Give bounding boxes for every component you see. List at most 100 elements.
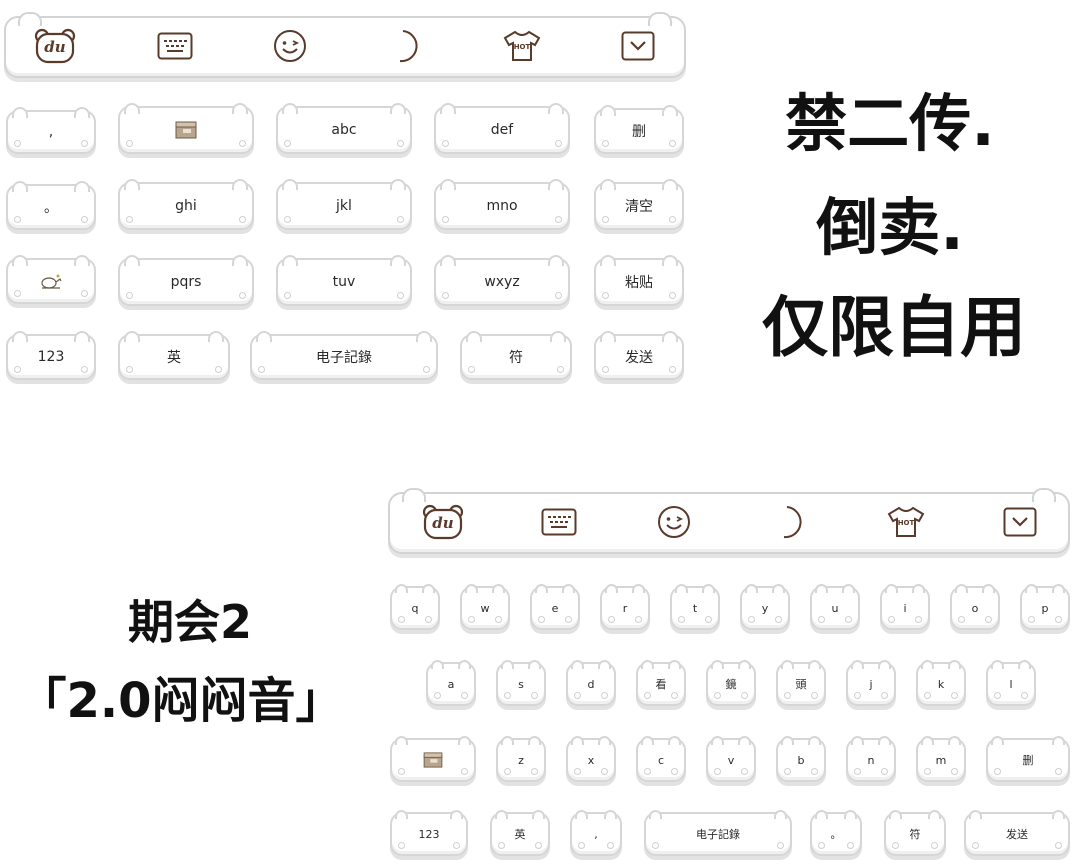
hot-tshirt-icon[interactable]: HOT: [884, 502, 928, 542]
key-label: 123: [418, 827, 440, 841]
space-key[interactable]: 电子記錄: [644, 810, 792, 856]
t9-key-send[interactable]: 发送: [594, 331, 684, 380]
key-d[interactable]: d: [566, 660, 616, 706]
keyboard-icon[interactable]: [154, 28, 196, 64]
key-label: 英: [514, 828, 526, 841]
chevron-down-icon[interactable]: [1000, 504, 1040, 540]
key-label: 删: [632, 124, 646, 140]
key-label: 123: [37, 349, 65, 365]
key-label: ,: [594, 827, 598, 841]
qwerty-toolbar: du HOT: [388, 488, 1070, 554]
key-label: abc: [331, 122, 357, 138]
shift-sticker-key[interactable]: [390, 736, 476, 782]
keyboard-icon[interactable]: [538, 504, 580, 540]
key-q[interactable]: q: [390, 584, 440, 630]
moon-icon[interactable]: [388, 26, 428, 66]
key-w[interactable]: w: [460, 584, 510, 630]
chevron-down-icon[interactable]: [618, 28, 658, 64]
key-s[interactable]: s: [496, 660, 546, 706]
t9-key-period[interactable]: 。: [6, 181, 96, 230]
t9-key-ghi[interactable]: ghi: [118, 179, 254, 230]
key-p[interactable]: p: [1020, 584, 1070, 630]
period-key[interactable]: 。: [810, 810, 862, 856]
key-label: d: [587, 677, 595, 691]
key-label: n: [867, 753, 875, 767]
t9-key-space[interactable]: 电子記錄: [250, 331, 438, 380]
key-label: o: [971, 601, 979, 615]
t9-key-paste[interactable]: 粘贴: [594, 255, 684, 306]
key-v[interactable]: v: [706, 736, 756, 782]
numbers-key[interactable]: 123: [390, 810, 468, 856]
t9-key-pqrs[interactable]: pqrs: [118, 255, 254, 306]
key-label: w: [480, 601, 490, 615]
key-label: wxyz: [484, 274, 520, 290]
key-label: u: [831, 601, 839, 615]
t9-key-symbols[interactable]: 符: [460, 331, 572, 380]
emoji-face-icon[interactable]: [654, 502, 694, 542]
comma-key[interactable]: ,: [570, 810, 622, 856]
t9-key-numbers[interactable]: 123: [6, 331, 96, 380]
send-key[interactable]: 发送: [964, 810, 1070, 856]
t9-key-jkl[interactable]: jkl: [276, 179, 412, 230]
key-label: 看: [655, 678, 667, 691]
key-z[interactable]: z: [496, 736, 546, 782]
key-label: t: [692, 601, 698, 615]
du-bear-logo-icon[interactable]: du: [420, 502, 466, 544]
key-n[interactable]: n: [846, 736, 896, 782]
delete-key[interactable]: 删: [986, 736, 1070, 782]
key-h[interactable]: 頭: [776, 660, 826, 706]
edition-line-2: 「2.0闷闷音」: [18, 673, 344, 729]
t9-key-mno[interactable]: mno: [434, 179, 570, 230]
key-f[interactable]: 看: [636, 660, 686, 706]
key-label: 符: [509, 350, 523, 366]
key-label: 鏡: [725, 678, 737, 691]
key-label: def: [490, 122, 514, 138]
t9-key-emoji-sticker[interactable]: [6, 255, 96, 304]
t9-key-dictionary[interactable]: [118, 103, 254, 154]
du-bear-logo-icon[interactable]: du: [32, 26, 78, 68]
t9-key-comma[interactable]: ,: [6, 107, 96, 154]
english-key[interactable]: 英: [490, 810, 550, 856]
key-c[interactable]: c: [636, 736, 686, 782]
hot-tshirt-icon[interactable]: HOT: [500, 26, 544, 66]
key-b[interactable]: b: [776, 736, 826, 782]
t9-key-wxyz[interactable]: wxyz: [434, 255, 570, 306]
key-e[interactable]: e: [530, 584, 580, 630]
key-label: e: [551, 601, 559, 615]
key-label: j: [869, 677, 873, 691]
moon-icon[interactable]: [772, 502, 812, 542]
key-label: v: [727, 753, 735, 767]
hot-label: HOT: [897, 519, 915, 527]
box-sticker-icon: [175, 121, 197, 139]
key-t[interactable]: t: [670, 584, 720, 630]
t9-key-delete[interactable]: 删: [594, 105, 684, 154]
key-label: 粘贴: [625, 275, 653, 291]
key-x[interactable]: x: [566, 736, 616, 782]
key-g[interactable]: 鏡: [706, 660, 756, 706]
key-label: 电子記錄: [316, 350, 372, 366]
symbols-key[interactable]: 符: [884, 810, 946, 856]
t9-key-def[interactable]: def: [434, 103, 570, 154]
key-label: b: [797, 753, 805, 767]
key-label: jkl: [336, 198, 352, 214]
emoji-face-icon[interactable]: [270, 26, 310, 66]
key-r[interactable]: r: [600, 584, 650, 630]
key-label: 删: [1022, 754, 1034, 767]
t9-key-clear[interactable]: 清空: [594, 179, 684, 230]
key-label: ,: [48, 124, 54, 140]
key-i[interactable]: i: [880, 584, 930, 630]
key-j[interactable]: j: [846, 660, 896, 706]
key-y[interactable]: y: [740, 584, 790, 630]
t9-key-english[interactable]: 英: [118, 331, 230, 380]
key-u[interactable]: u: [810, 584, 860, 630]
key-k[interactable]: k: [916, 660, 966, 706]
key-a[interactable]: a: [426, 660, 476, 706]
t9-key-tuv[interactable]: tuv: [276, 255, 412, 306]
key-label: a: [447, 677, 455, 691]
key-l[interactable]: l: [986, 660, 1036, 706]
t9-key-abc[interactable]: abc: [276, 103, 412, 154]
key-m[interactable]: m: [916, 736, 966, 782]
key-o[interactable]: o: [950, 584, 1000, 630]
key-label: 发送: [1006, 828, 1028, 841]
key-label: 英: [167, 350, 181, 366]
